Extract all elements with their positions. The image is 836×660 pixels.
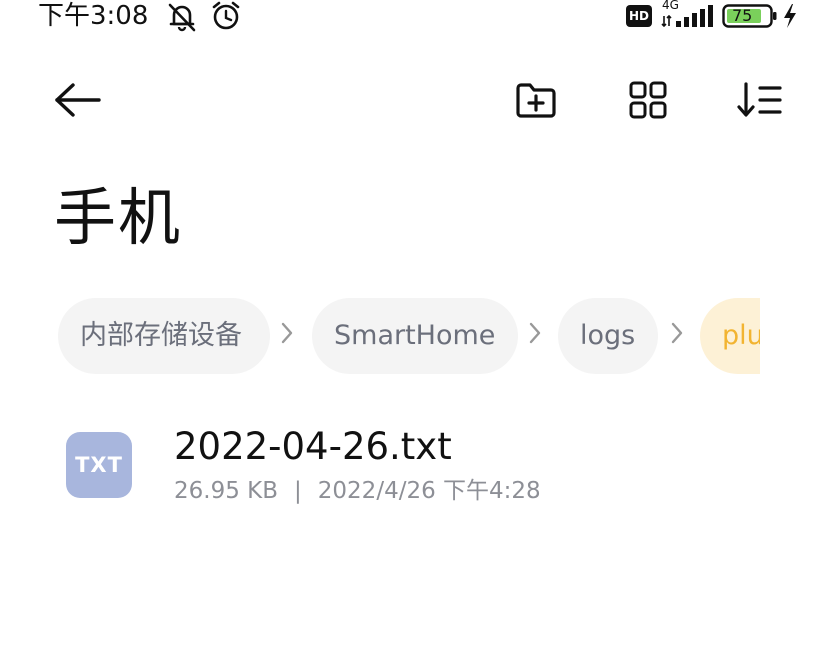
file-size: 26.95 KB: [174, 478, 279, 504]
new-folder-button[interactable]: [508, 74, 564, 130]
txt-file-icon: TXT: [66, 432, 132, 498]
chevron-right-icon: [280, 318, 294, 348]
back-arrow-icon: [53, 80, 103, 124]
grid-view-icon: [628, 80, 668, 124]
charging-icon: [782, 3, 798, 33]
chevron-right-icon: [528, 318, 542, 348]
toolbar: [0, 64, 836, 136]
file-name: 2022-04-26.txt: [174, 425, 452, 468]
battery-level: 75: [732, 6, 753, 25]
muted-bell-icon: [166, 2, 198, 36]
signal-4g-icon: 4G: [660, 0, 716, 30]
file-date: 2022/4/26 下午4:28: [317, 478, 541, 504]
battery-icon: 75: [722, 4, 778, 28]
back-button[interactable]: [50, 74, 106, 130]
new-folder-icon: [514, 80, 558, 124]
breadcrumb-item-smarthome[interactable]: SmartHome: [312, 298, 518, 374]
sort-icon: [736, 80, 784, 124]
meta-separator: |: [294, 478, 302, 504]
alarm-icon: [210, 1, 242, 35]
chevron-right-icon: [670, 318, 684, 348]
breadcrumb: 内部存储设备 SmartHome logs plu: [0, 294, 760, 378]
breadcrumb-item-internal-storage[interactable]: 内部存储设备: [58, 298, 270, 374]
breadcrumb-item-logs[interactable]: logs: [558, 298, 658, 374]
status-time: 下午3:08: [38, 1, 149, 31]
status-bar: 下午3:08 HD 4G 75: [0, 0, 836, 34]
list-item[interactable]: TXT 2022-04-26.txt 26.95 KB | 2022/4/26 下午…: [44, 412, 804, 524]
sort-button[interactable]: [732, 74, 788, 130]
page-title: 手机: [54, 181, 183, 254]
view-mode-button[interactable]: [620, 74, 676, 130]
hd-icon: HD: [626, 5, 652, 27]
file-meta: 26.95 KB | 2022/4/26 下午4:28: [174, 476, 541, 506]
breadcrumb-item-current[interactable]: plu: [700, 298, 760, 374]
